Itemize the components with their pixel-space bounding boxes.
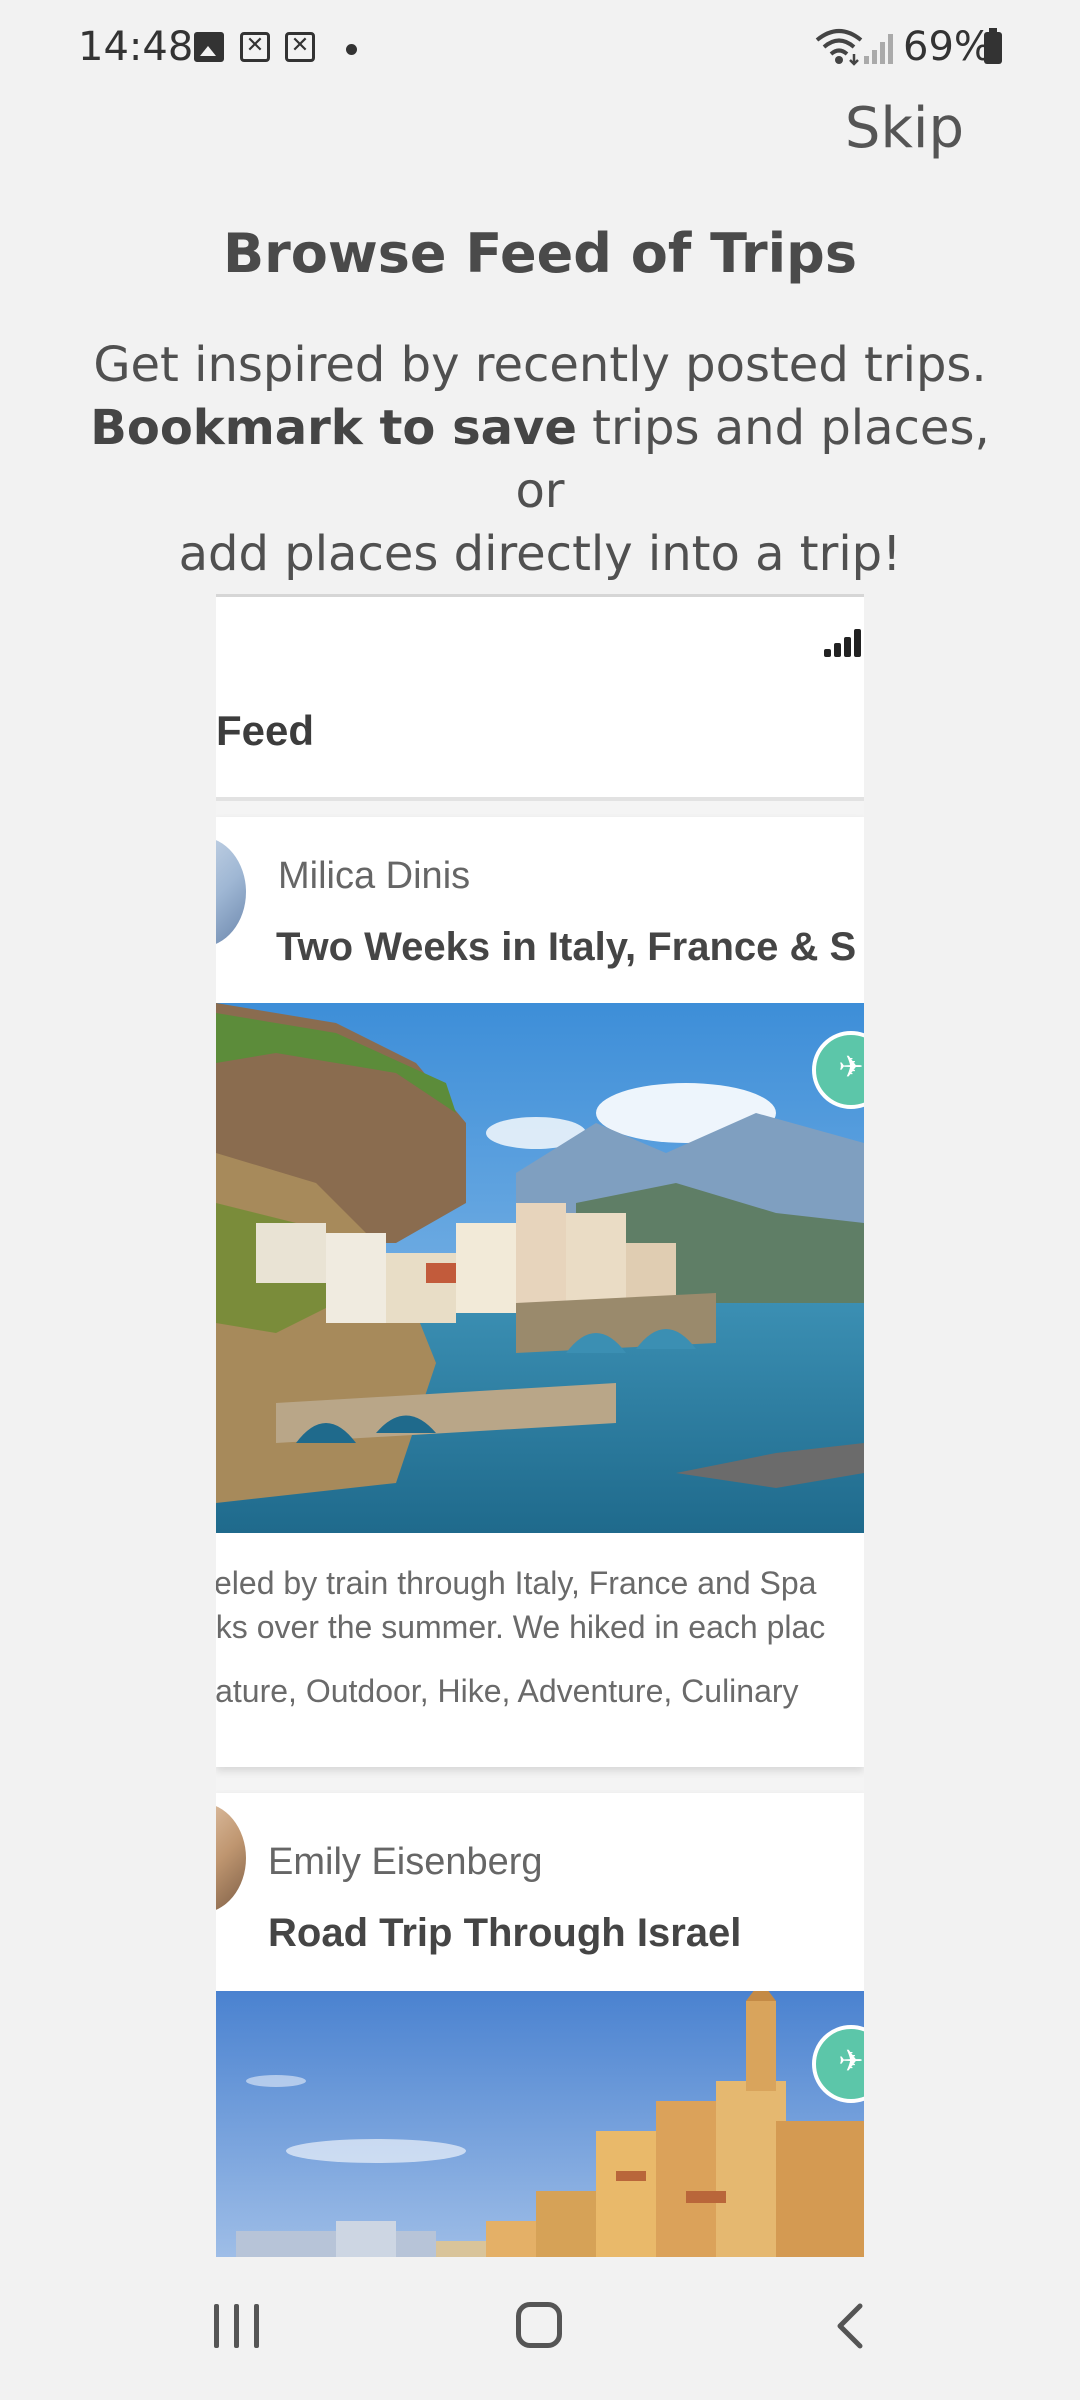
home-icon[interactable] <box>516 2302 562 2348</box>
signal-icon <box>824 627 864 657</box>
gallery-icon <box>194 32 224 62</box>
battery-icon <box>984 28 1002 64</box>
trip-description: veled by train through Italy, France and… <box>216 1561 864 1649</box>
wifi-icon <box>815 29 863 66</box>
xbox-icon: ✕ <box>240 32 270 62</box>
trip-card: Emily Eisenberg Road Trip Through Israel <box>216 1793 864 2257</box>
mockup-header: Feed <box>216 597 864 801</box>
feed-title: Feed <box>216 707 315 754</box>
trip-title: Road Trip Through Israel <box>268 1911 742 1955</box>
trip-card: Milica Dinis Two Weeks in Italy, France … <box>216 817 864 1767</box>
trip-tags: lature, Outdoor, Hike, Adventure, Culina… <box>216 1673 799 1709</box>
description-line-3: add places directly into a trip! <box>178 526 902 582</box>
system-nav-bar <box>0 2280 1080 2380</box>
avatar <box>216 837 246 947</box>
avatar <box>216 1803 246 1913</box>
status-bar: 14:48 ✕ ✕ 69% <box>0 0 1080 100</box>
trip-photo: ✈ <box>216 1003 864 1533</box>
onboarding-description: Get inspired by recently posted trips. B… <box>60 334 1020 586</box>
description-line: eks over the summer. We hiked in each pl… <box>216 1609 826 1645</box>
recents-icon[interactable] <box>214 2304 262 2348</box>
battery-percent: 69% <box>903 24 992 70</box>
signal-icon <box>864 34 893 64</box>
jaffa-city-image <box>216 1991 864 2257</box>
trip-title: Two Weeks in Italy, France & S <box>276 925 857 969</box>
dot-icon <box>346 44 357 55</box>
trip-photo: ✈ <box>216 1991 864 2257</box>
amalfi-coast-image <box>216 1003 864 1533</box>
description-line-1: Get inspired by recently posted trips. <box>93 337 987 393</box>
back-icon[interactable] <box>826 2300 876 2352</box>
skip-button[interactable]: Skip <box>845 96 964 161</box>
feed-screenshot-mockup: Feed Milica Dinis Two Weeks in Italy, Fr… <box>216 594 864 2257</box>
page-title: Browse Feed of Trips <box>223 222 857 285</box>
description-line: veled by train through Italy, France and… <box>216 1565 817 1601</box>
author-name: Milica Dinis <box>278 855 471 897</box>
author-name: Emily Eisenberg <box>268 1841 543 1883</box>
status-time: 14:48 <box>78 24 194 70</box>
description-line-2: Bookmark to save trips and places, or <box>60 397 1020 523</box>
description-bold-text: Bookmark to save <box>90 400 577 456</box>
xbox-icon: ✕ <box>285 32 315 62</box>
description-line-2-rest: trips and places, or <box>515 400 990 519</box>
